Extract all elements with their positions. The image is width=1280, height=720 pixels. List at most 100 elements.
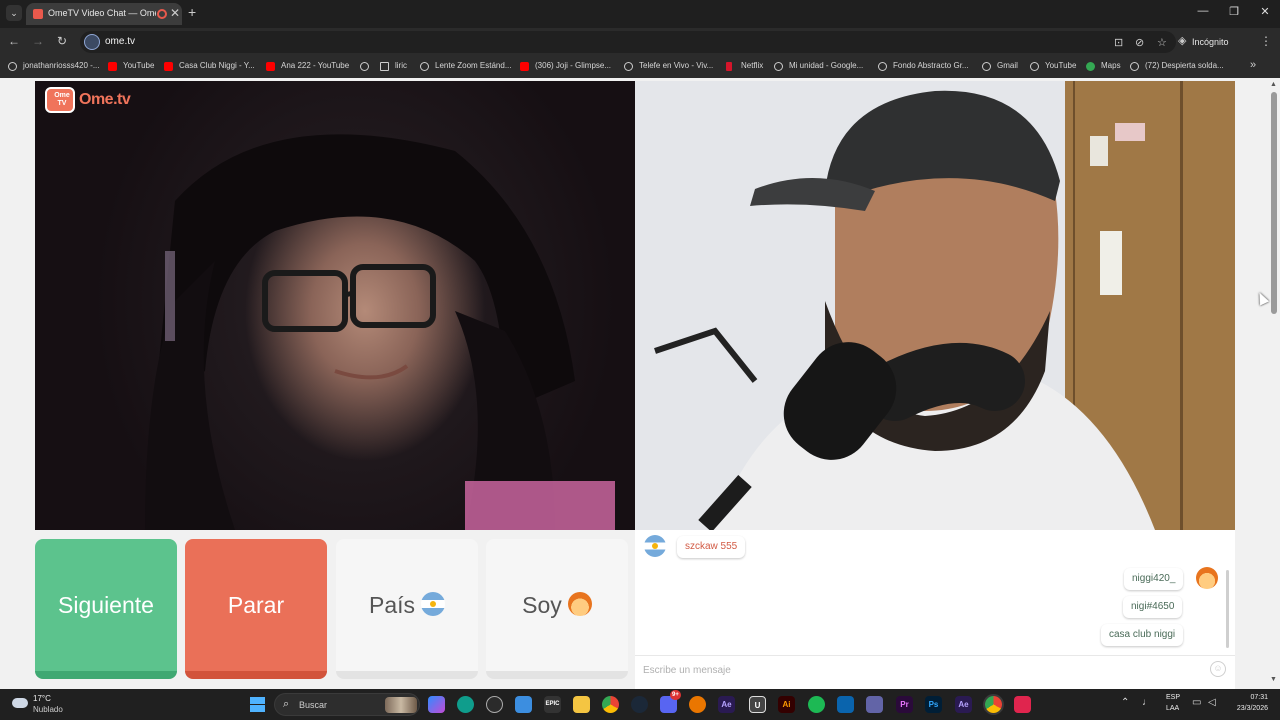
self-video [635,81,1235,530]
weather-description[interactable]: Nublado [33,705,63,714]
store-icon[interactable] [515,696,532,713]
volume-icon[interactable]: ◁ [1208,697,1216,708]
after-effects-icon[interactable]: Ae [955,696,972,713]
edge-icon[interactable] [457,696,474,713]
bookmark-item[interactable]: Netflix [741,61,763,70]
new-tab-button[interactable]: + [188,4,196,20]
scroll-thumb[interactable] [1271,92,1277,314]
site-info-icon[interactable] [84,34,100,50]
youtube-icon [520,62,529,71]
chat-message-input[interactable] [643,661,1203,679]
restore-button[interactable]: ❐ [1227,5,1241,18]
chatgpt-icon[interactable] [486,696,503,713]
screen-recorder-icon[interactable] [1014,696,1031,713]
taskbar: 17°C Nublado ⌕ Buscar EPIC 9+ Ae U Ai Pr… [0,689,1280,720]
illustrator-icon[interactable]: Ai [778,696,795,713]
bookmark-item[interactable]: Ana 222 - YouTube [281,61,349,70]
incognito-label[interactable]: Incógnito [1192,37,1229,47]
bookmarks-bar: » jonathanriosss420 -... YouTube Casa Club… [0,56,1280,78]
clock-date[interactable]: 23/3/2026 [1222,705,1268,712]
chat-message-outgoing: casa club niggi [1101,624,1184,646]
start-windows-icon[interactable] [250,697,265,712]
tab-search-button[interactable]: ⌄ [6,5,22,21]
chrome-active-icon[interactable] [985,696,1002,713]
discord-icon[interactable]: 9+ [660,690,681,713]
emoji-icon[interactable]: ☺ [1210,661,1226,677]
bookmark-item[interactable]: Gmail [997,61,1018,70]
more-bookmarks-icon[interactable]: » [1250,59,1256,71]
taskbar-search-label: Buscar [299,700,328,710]
taskbar-search[interactable]: ⌕ Buscar [274,693,420,716]
bookmark-item[interactable]: Fondo Abstracto Gr... [893,61,969,70]
globe-icon [624,62,633,71]
copilot-icon[interactable] [428,696,445,713]
minimize-button[interactable]: — [1196,5,1210,17]
premiere-icon[interactable]: Pr [896,696,913,713]
bookmark-item[interactable]: YouTube [1045,61,1076,70]
language-code[interactable]: ESP [1166,694,1180,701]
country-button[interactable]: País [336,539,478,679]
translate-icon[interactable]: ⊡ [1114,36,1123,49]
stranger-video-frame [145,134,615,530]
ometv-favicon-icon [33,9,43,19]
url-text[interactable]: ome.tv [105,36,135,47]
reload-icon[interactable]: ↻ [54,34,70,48]
scroll-down-icon[interactable]: ▼ [1270,676,1277,683]
bookmark-item[interactable]: jonathanriosss420 -... [23,61,100,70]
chat-divider [635,655,1235,656]
search-icon: ⌕ [283,698,290,710]
blender-icon[interactable] [689,696,706,713]
weather-temperature[interactable]: 17°C [33,694,51,703]
tracking-eye-icon[interactable]: ⊘ [1135,36,1144,49]
bookmark-item[interactable]: Telefe en Vivo - Viv... [639,61,713,70]
chat-panel: szckaw 555 niggi420_ nigi#4650 casa club… [635,530,1235,689]
bookmark-item[interactable]: Maps [1101,61,1121,70]
bookmark-item[interactable]: YouTube [123,61,154,70]
stranger-video: Ome TV Ome.tv [35,81,635,530]
bookmark-item[interactable]: (306) Joji - Glimpse... [535,61,611,70]
bookmark-item[interactable]: liric [395,61,407,70]
file-explorer-icon[interactable] [573,696,590,713]
forward-icon[interactable]: → [30,34,46,48]
clock-time[interactable]: 07:31 [1232,694,1268,701]
folder-icon [380,62,389,71]
close-window-button[interactable]: ✕ [1258,5,1272,18]
photoshop-icon[interactable]: Ps [925,696,942,713]
bookmark-item[interactable]: Mi unidad - Google... [789,61,863,70]
netflix-icon [726,62,732,71]
cloud-icon[interactable] [12,698,28,708]
bookmark-star-icon[interactable]: ☆ [1157,36,1167,49]
scroll-up-icon[interactable]: ▲ [1270,81,1277,88]
unreal-icon[interactable]: U [749,696,766,713]
next-button-label: Siguiente [58,592,154,618]
bookmark-item[interactable]: (72) Despierta solda... [1145,61,1224,70]
steam-icon[interactable] [631,696,648,713]
bookmark-item[interactable]: Casa Club Niggi - Y... [179,61,255,70]
mail-icon[interactable] [837,696,854,713]
chrome-icon[interactable] [602,696,619,713]
after-effects-icon[interactable]: Ae [718,696,735,713]
microphone-icon[interactable]: ♩ [1142,697,1152,708]
bookmark-item[interactable]: Lente Zoom Estánd... [435,61,512,70]
page-scrollbar[interactable]: ▲ ▼ [1268,78,1280,689]
address-bar[interactable]: ome.tv ⊡ ⊘ ☆ [80,31,1176,53]
menu-icon[interactable]: ⋮ [1260,34,1272,48]
mouse-cursor-icon [1254,290,1270,306]
maps-icon [1086,62,1095,71]
search-highlight-image [385,697,417,713]
tab-close-icon[interactable]: ✕ [170,6,180,20]
globe-icon [8,62,17,71]
country-button-label: País [368,592,416,618]
gender-button[interactable]: Soy [486,539,628,679]
chat-scrollbar[interactable] [1226,570,1229,648]
spotify-icon[interactable] [808,696,825,713]
back-icon[interactable]: ← [6,34,22,48]
next-button[interactable]: Siguiente [35,539,177,679]
stop-button[interactable]: Parar [185,539,327,679]
network-icon[interactable]: ▭ [1192,697,1201,708]
tab-ometv[interactable]: OmeTV Video Chat — Ome ✕ [26,3,182,25]
keyboard-layout[interactable]: LAA [1166,705,1179,712]
hidden-icons-chevron-icon[interactable]: ⌃ [1121,697,1129,708]
epic-games-icon[interactable]: EPIC [544,696,561,713]
teams-icon[interactable] [866,696,883,713]
